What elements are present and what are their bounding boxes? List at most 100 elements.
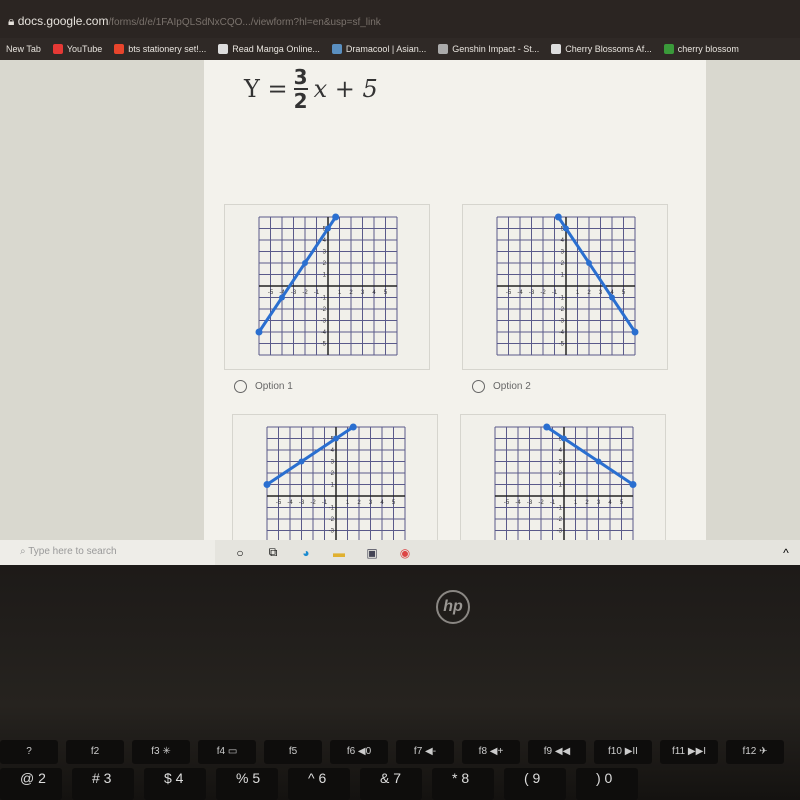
url-domain: docs.google.com [17,14,109,28]
y-tick-label: -3 [329,529,335,535]
y-tick-label: 1 [559,483,563,489]
y-tick-label: -3 [559,319,565,325]
y-tick-label: 3 [561,250,565,256]
address-bar[interactable]: 🔒︎ docs.google.com/forms/d/e/1FAIpQLSdNx… [0,0,800,38]
keyboard-key[interactable]: f8 ◀+ [462,740,520,764]
bookmarks-bar: New Tab YouTube bts stationery set!... Read… [0,38,800,60]
x-tick-label: -5 [506,290,512,296]
graph: -5-5-4-4-3-3-2-2-1-11122334455 [496,213,639,356]
option-radio-1[interactable]: Option 1 [234,380,293,393]
y-tick-label: 4 [323,238,327,244]
y-tick-label: 2 [331,471,335,477]
arrowhead [263,481,271,489]
graph: -5-5-4-4-3-3-2-2-1-11122334455 [255,213,398,356]
function-key-row: ? f2 f3 ✳ f4 ▭ f5 f6 ◀0 f7 ◀- f8 ◀+ f9 ◀◀ f10 ▶II… [0,740,800,764]
option-radio-2[interactable]: Option 2 [472,380,531,393]
keyboard-key[interactable]: f10 ▶II [594,740,652,764]
form-page: Y = 32 x + 5 -5 -5 -4 -4 -3 -3 -2 -2 -1 -1 1 1 2 2 3 3 4… [0,60,800,540]
keyboard-key[interactable]: f12 ✈ [726,740,784,764]
bookmark[interactable]: Read Manga Online... [218,44,320,54]
keyboard-key[interactable]: ? [0,740,58,764]
bookmark-favicon-icon [331,44,342,54]
lock-icon: 🔒︎ [8,14,18,28]
bookmark-label: bts stationery set!... [128,44,207,54]
x-tick-label: -1 [552,290,558,296]
keyboard-key[interactable]: ^ 6 [288,768,350,800]
arrowhead [631,328,639,336]
y-tick-label: 4 [331,448,335,454]
arrowhead [543,423,551,431]
data-point [279,294,285,301]
keyboard-key[interactable]: f7 ◀- [396,740,454,764]
radio-button[interactable] [234,380,247,393]
y-tick-label: -2 [321,307,327,313]
x-tick-label: -5 [268,290,274,296]
bookmark-label: cherry blossom [677,44,739,54]
x-tick-label: 2 [349,290,353,296]
radio-button[interactable] [472,380,485,393]
x-tick-label: 4 [380,500,384,506]
bookmark[interactable]: YouTube [52,44,102,54]
bookmark[interactable]: bts stationery set!... [114,44,206,54]
data-point [325,225,331,232]
y-tick-label: -4 [559,330,565,336]
x-tick-label: 4 [372,290,376,296]
x-tick-label: -2 [538,500,544,506]
x-tick-label: -5 [504,500,510,506]
x-tick-label: -1 [322,500,328,506]
cortana-icon[interactable]: ○ [232,545,248,561]
keyboard-key[interactable]: ) 0 [576,768,638,800]
y-tick-label: 2 [561,261,565,267]
keyboard-key[interactable]: f3 ✳ [132,740,190,764]
data-point [609,294,615,301]
keyboard-key[interactable]: ( 9 [504,768,566,800]
option-graph-card: -5-5-4-4-3-3-2-2-1-11122334455 [224,204,430,370]
keyboard-key[interactable]: & 7 [360,768,422,800]
x-tick-label: 3 [361,290,365,296]
keyboard-key[interactable]: * 8 [432,768,494,800]
y-tick-label: 1 [323,273,327,279]
y-tick-label: -2 [329,517,335,523]
x-tick-label: -5 [276,500,282,506]
keyboard-key[interactable]: f4 ▭ [198,740,256,764]
data-point [333,435,339,442]
chrome-icon[interactable]: ◉ [397,545,413,561]
x-tick-label: -4 [287,500,293,506]
url-path: /forms/d/e/1FAIpQLSdNxCQO.../viewform?hl… [108,17,381,28]
x-tick-label: 1 [338,290,342,296]
keyboard-key[interactable]: # 3 [72,768,134,800]
x-tick-label: 5 [620,500,624,506]
bookmark[interactable]: Cherry Blossoms Af... [551,44,652,54]
taskbar-search[interactable]: ⌕ Type here to search [0,540,215,565]
x-tick-label: 2 [357,500,361,506]
keyboard-key[interactable]: @ 2 [0,768,62,800]
bookmark[interactable]: Genshin Impact - St... [438,44,539,54]
x-tick-label: 2 [585,500,589,506]
bookmark[interactable]: New Tab [6,44,41,54]
bookmark[interactable]: Dramacool | Asian... [331,44,426,54]
laptop-body [0,565,800,800]
x-tick-label: -1 [550,500,556,506]
y-tick-label: 2 [323,261,327,267]
option-label: Option 2 [493,381,531,392]
keyboard-key[interactable]: % 5 [216,768,278,800]
keyboard-key[interactable]: f11 ▶▶I [660,740,718,764]
edge-icon[interactable]: ◕ [298,545,314,561]
x-tick-label: 2 [587,290,591,296]
x-tick-label: -4 [515,500,521,506]
bookmark[interactable]: cherry blossom [663,44,739,54]
keyboard-key[interactable]: f6 ◀0 [330,740,388,764]
bookmark-favicon-icon [663,44,674,54]
store-icon[interactable]: ▣ [364,545,380,561]
show-hidden-icons[interactable]: ^ [778,545,794,561]
number-key-row: @ 2 # 3 $ 4 % 5 ^ 6 & 7 * 8 ( 9 ) 0 [0,768,800,800]
bookmark-favicon-icon [438,44,449,54]
keyboard-key[interactable]: $ 4 [144,768,206,800]
file-explorer-icon[interactable]: ▬ [331,545,347,561]
bookmark-favicon-icon [551,44,562,54]
keyboard-key[interactable]: f5 [264,740,322,764]
task-view-icon[interactable]: ⧉ [265,545,281,561]
option-graph-card: -5-5-4-4-3-3-2-2-1-11122334455 [462,204,668,370]
keyboard-key[interactable]: f2 [66,740,124,764]
keyboard-key[interactable]: f9 ◀◀ [528,740,586,764]
